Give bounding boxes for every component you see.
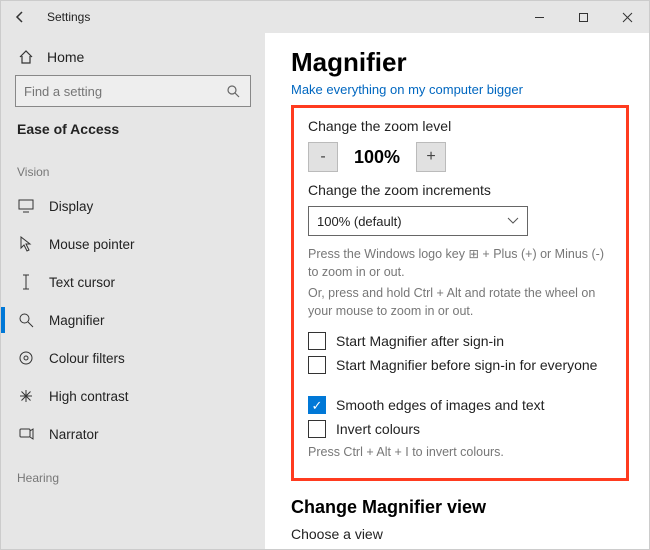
zoom-out-button[interactable]: - (308, 142, 338, 172)
sidebar-item-colour-filters[interactable]: Colour filters (15, 339, 251, 377)
home-icon (17, 49, 35, 65)
sidebar-item-label: Colour filters (49, 351, 125, 366)
make-bigger-link[interactable]: Make everything on my computer bigger (291, 82, 629, 97)
change-view-heading: Change Magnifier view (291, 497, 629, 518)
chevron-down-icon (507, 217, 519, 225)
highlight-box: Change the zoom level - 100% + Change th… (291, 105, 629, 481)
zoom-increments-value: 100% (default) (317, 214, 402, 229)
sidebar-item-label: Mouse pointer (49, 237, 135, 252)
content-pane: Magnifier Make everything on my computer… (265, 33, 649, 549)
checkbox-invert-colours[interactable]: Invert colours (308, 420, 610, 438)
titlebar: Settings (1, 1, 649, 33)
sidebar-section-vision: Vision (17, 165, 251, 179)
checkbox-start-after-signin[interactable]: Start Magnifier after sign-in (308, 332, 610, 350)
maximize-button[interactable] (561, 1, 605, 33)
checkbox-icon (308, 332, 326, 350)
sidebar-item-label: Display (49, 199, 93, 214)
sidebar-item-label: Magnifier (49, 313, 105, 328)
checkbox-icon (308, 420, 326, 438)
checkbox-label: Smooth edges of images and text (336, 397, 545, 413)
search-input[interactable] (24, 84, 226, 99)
sidebar-item-mouse-pointer[interactable]: Mouse pointer (15, 225, 251, 263)
high-contrast-icon (17, 388, 35, 404)
checkbox-icon (308, 356, 326, 374)
sidebar-item-display[interactable]: Display (15, 187, 251, 225)
minimize-button[interactable] (517, 1, 561, 33)
sidebar-item-high-contrast[interactable]: High contrast (15, 377, 251, 415)
sidebar-category: Ease of Access (15, 121, 251, 137)
zoom-level-label: Change the zoom level (308, 118, 610, 134)
sidebar-section-hearing: Hearing (17, 471, 251, 485)
zoom-hint-2: Or, press and hold Ctrl + Alt and rotate… (308, 285, 610, 320)
sidebar-item-label: Text cursor (49, 275, 115, 290)
search-icon (226, 84, 242, 98)
display-icon (17, 199, 35, 213)
zoom-level-value: 100% (344, 147, 410, 168)
sidebar-home[interactable]: Home (15, 43, 251, 75)
checkbox-icon-checked: ✓ (308, 396, 326, 414)
checkbox-label: Start Magnifier after sign-in (336, 333, 504, 349)
checkbox-smooth-edges[interactable]: ✓ Smooth edges of images and text (308, 396, 610, 414)
sidebar-item-narrator[interactable]: Narrator (15, 415, 251, 453)
zoom-hint-1: Press the Windows logo key ⊞ + Plus (+) … (308, 246, 610, 281)
search-box[interactable] (15, 75, 251, 107)
zoom-increments-dropdown[interactable]: 100% (default) (308, 206, 528, 236)
sidebar-home-label: Home (47, 49, 84, 65)
invert-hint: Press Ctrl + Alt + I to invert colours. (308, 444, 610, 462)
sidebar-item-text-cursor[interactable]: Text cursor (15, 263, 251, 301)
close-button[interactable] (605, 1, 649, 33)
narrator-icon (17, 426, 35, 442)
checkbox-start-before-signin[interactable]: Start Magnifier before sign-in for every… (308, 356, 610, 374)
sidebar-item-label: Narrator (49, 427, 99, 442)
zoom-increments-label: Change the zoom increments (308, 182, 610, 198)
mouse-pointer-icon (17, 236, 35, 252)
colour-filters-icon (17, 350, 35, 366)
sidebar-item-magnifier[interactable]: Magnifier (15, 301, 251, 339)
back-button[interactable] (13, 10, 33, 24)
zoom-in-button[interactable]: + (416, 142, 446, 172)
magnifier-icon (17, 312, 35, 328)
text-cursor-icon (17, 274, 35, 290)
window-title: Settings (47, 10, 90, 24)
sidebar: Home Ease of Access Vision Display Mouse… (1, 33, 265, 549)
choose-view-label: Choose a view (291, 526, 629, 542)
sidebar-item-label: High contrast (49, 389, 129, 404)
page-title: Magnifier (291, 47, 629, 78)
checkbox-label: Start Magnifier before sign-in for every… (336, 357, 597, 373)
checkbox-label: Invert colours (336, 421, 420, 437)
